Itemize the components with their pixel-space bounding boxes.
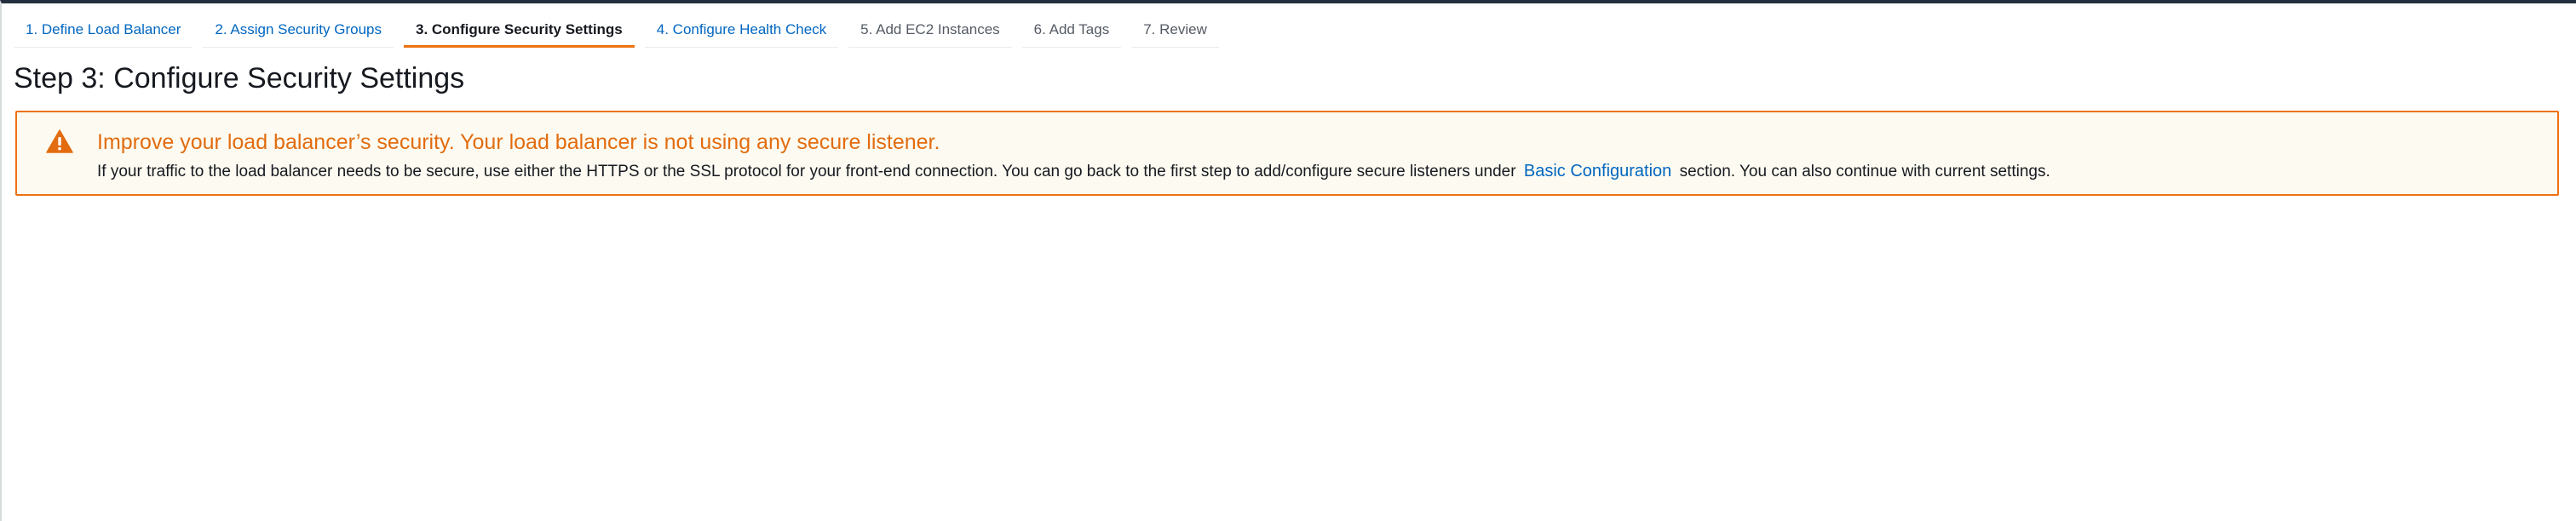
warning-alert: Improve your load balancer’s security. Y… (15, 111, 2559, 196)
basic-configuration-link[interactable]: Basic Configuration (1521, 162, 1675, 180)
warning-icon (46, 129, 73, 153)
wizard-step-configure-health-check[interactable]: 4. Configure Health Check (644, 13, 839, 48)
page-title: Step 3: Configure Security Settings (14, 62, 465, 94)
alert-body: If your traffic to the load balancer nee… (97, 160, 2050, 183)
wizard-step-review[interactable]: 7. Review (1131, 13, 1219, 48)
wizard-step-define-load-balancer[interactable]: 1. Define Load Balancer (14, 13, 193, 48)
wizard-step-add-tags[interactable]: 6. Add Tags (1021, 13, 1122, 48)
alert-heading: Improve your load balancer’s security. Y… (97, 130, 940, 154)
wizard-steps-nav: 1. Define Load Balancer 2. Assign Securi… (14, 14, 1229, 48)
alert-body-text: If your traffic to the load balancer nee… (97, 163, 1521, 180)
alert-body-text-end: section. You can also continue with curr… (1675, 163, 2050, 180)
wizard-page: 1. Define Load Balancer 2. Assign Securi… (0, 0, 2576, 521)
wizard-step-add-ec2-instances[interactable]: 5. Add EC2 Instances (848, 13, 1012, 48)
wizard-step-configure-security-settings[interactable]: 3. Configure Security Settings (404, 13, 635, 48)
wizard-step-assign-security-groups[interactable]: 2. Assign Security Groups (203, 13, 394, 48)
